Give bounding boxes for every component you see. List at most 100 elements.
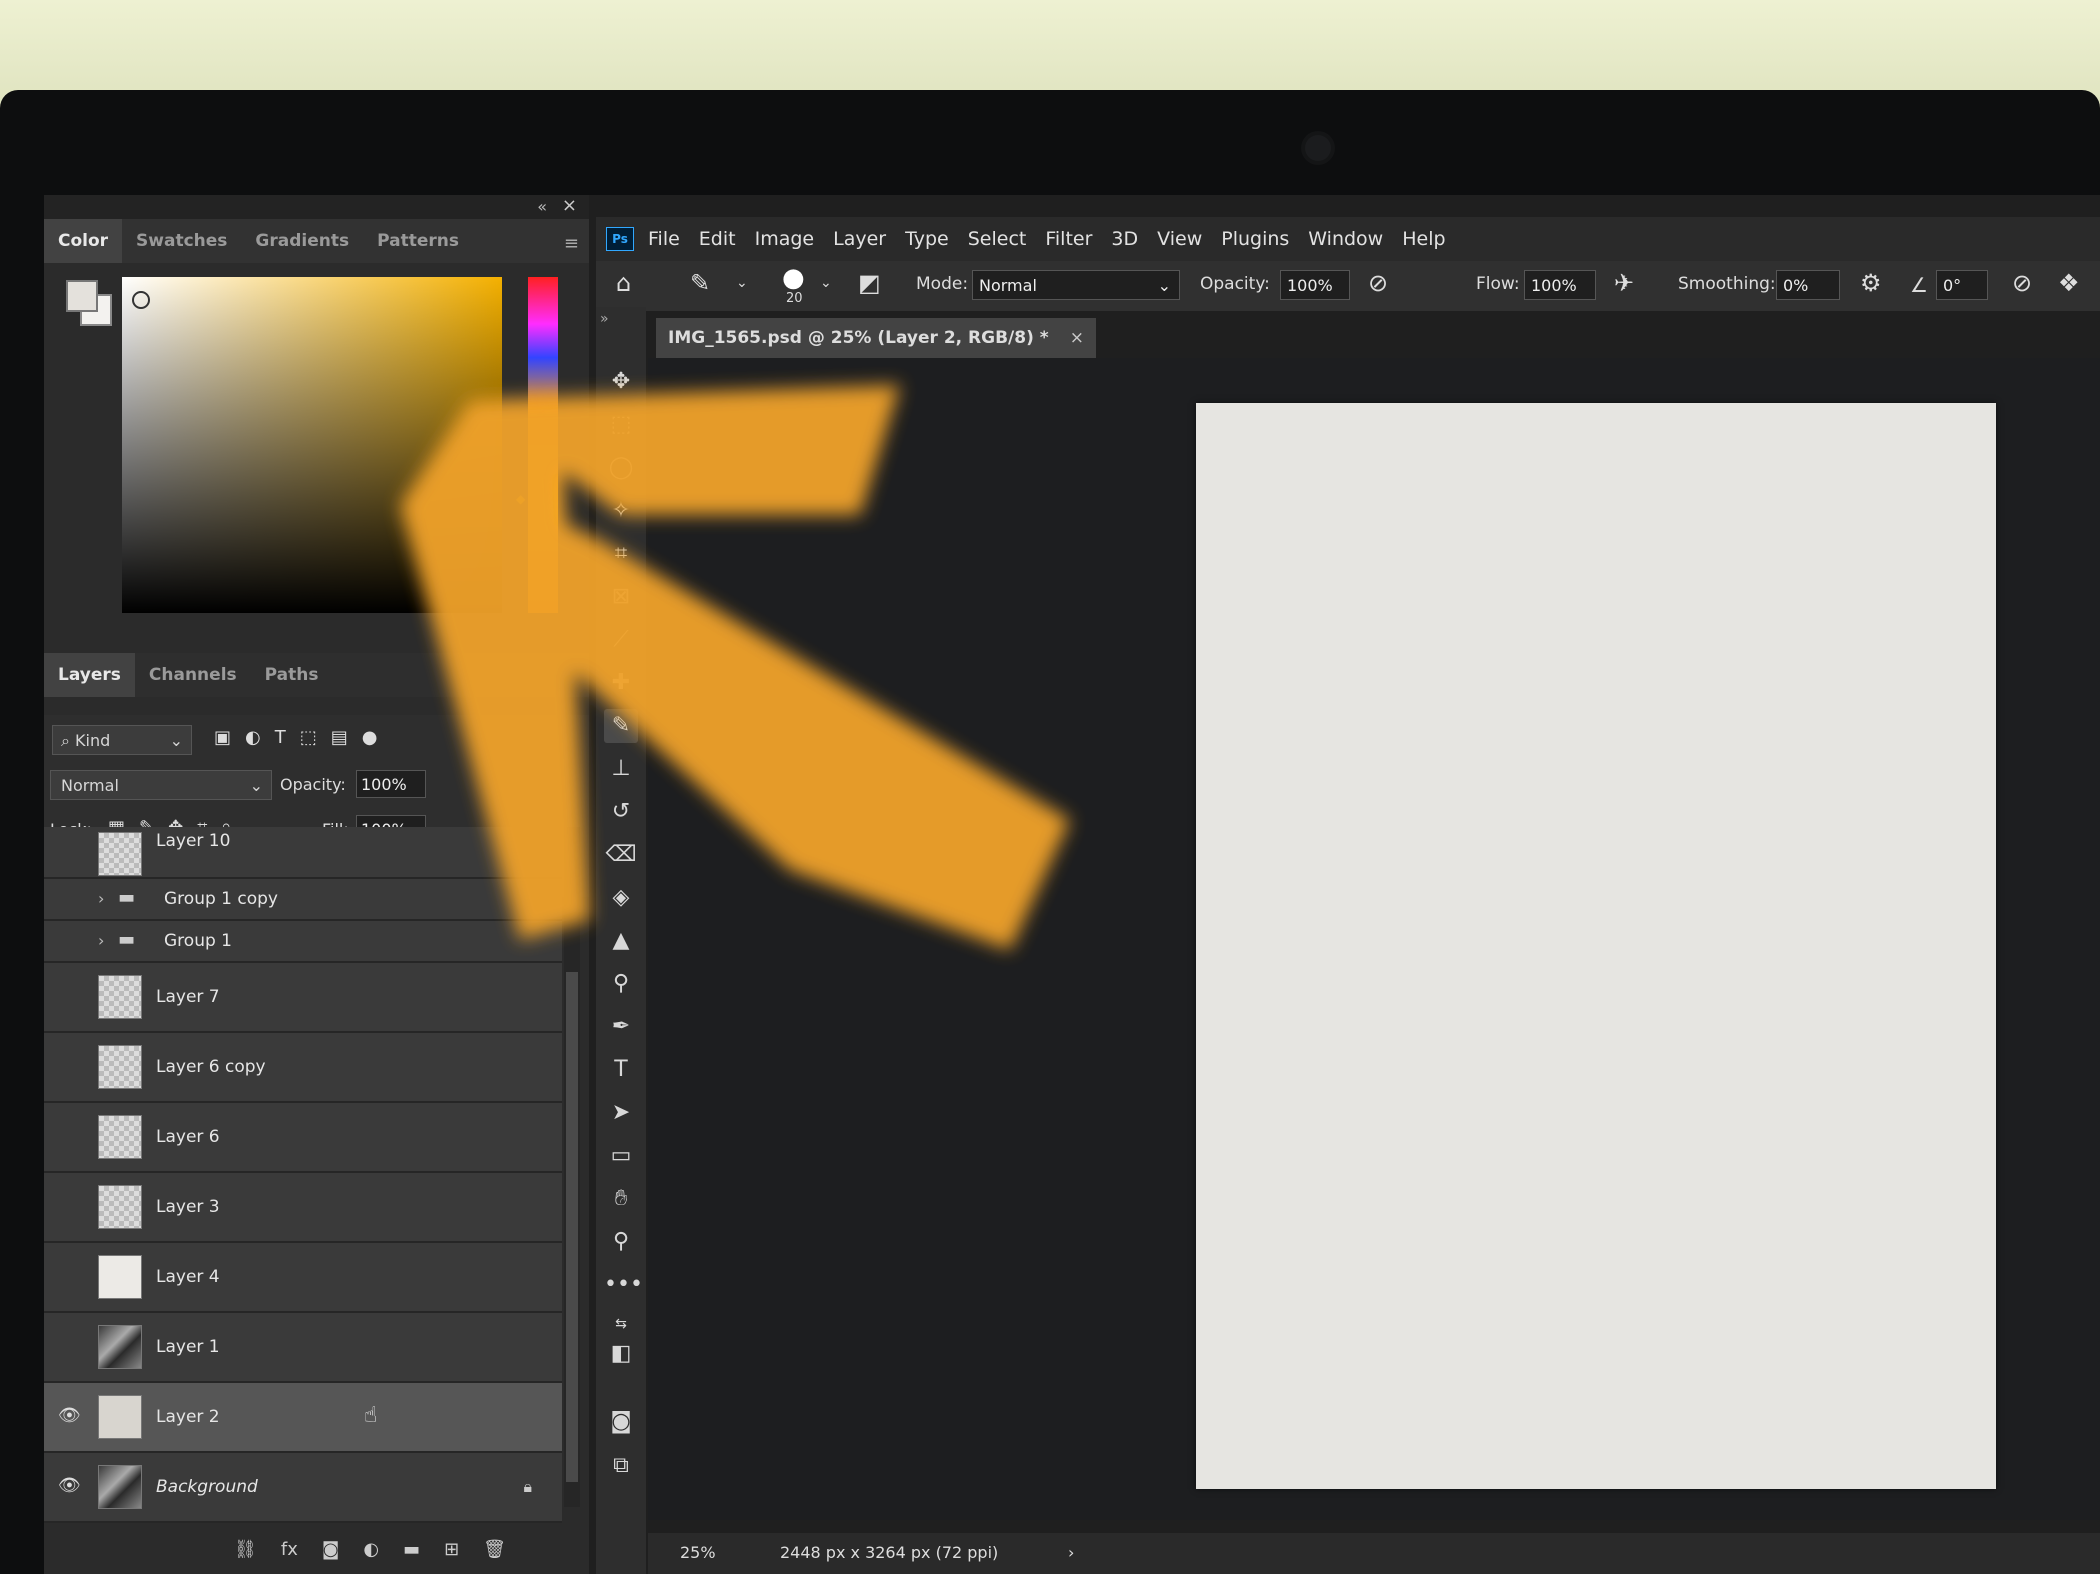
filter-toggle-icon[interactable]: ●: [362, 727, 378, 748]
foreground-color-swatch[interactable]: [66, 280, 98, 312]
pressure-opacity-icon[interactable]: ⊘: [1368, 269, 1388, 297]
mode-select[interactable]: Normal ⌄: [972, 270, 1180, 300]
paint-bucket-tool-icon[interactable]: ◈: [604, 881, 638, 915]
menu-plugins[interactable]: Plugins: [1221, 228, 1289, 250]
tab-layers[interactable]: Layers: [44, 653, 135, 697]
layers-scrollbar[interactable]: [564, 827, 580, 1507]
filter-kind-select[interactable]: ⌕ Kind ⌄: [52, 725, 192, 755]
zoom-level[interactable]: 25%: [680, 1543, 716, 1562]
close-panels-icon[interactable]: ×: [562, 195, 577, 216]
angle-input[interactable]: 0°: [1936, 270, 1988, 300]
brush-preset-icon[interactable]: ✎: [690, 269, 710, 297]
group-row[interactable]: › ▬ Group 1 copy: [44, 879, 562, 921]
blur-tool-icon[interactable]: ▲: [604, 924, 638, 958]
screen-mode-icon[interactable]: ⧉: [604, 1449, 638, 1483]
chevron-down-icon[interactable]: ⌄: [736, 275, 748, 291]
move-tool-icon[interactable]: ✥: [604, 365, 638, 399]
menu-file[interactable]: File: [648, 228, 680, 250]
rectangle-tool-icon[interactable]: ▭: [604, 1139, 638, 1173]
type-filter-icon[interactable]: T: [275, 727, 286, 748]
tab-patterns[interactable]: Patterns: [363, 231, 473, 263]
crop-tool-icon[interactable]: ⌗: [604, 537, 638, 571]
menu-select[interactable]: Select: [968, 228, 1027, 250]
scrollbar-thumb[interactable]: [566, 972, 578, 1482]
tab-swatches[interactable]: Swatches: [122, 231, 241, 263]
magic-wand-tool-icon[interactable]: ✧: [604, 494, 638, 528]
color-swatches-icon[interactable]: ◧: [604, 1337, 638, 1371]
brush-settings-icon[interactable]: ◩: [858, 269, 881, 297]
adjustment-filter-icon[interactable]: ◐: [245, 727, 261, 748]
layer-blend-mode-select[interactable]: Normal ⌄: [50, 770, 272, 800]
opacity-input[interactable]: 100%: [1280, 270, 1350, 300]
airbrush-icon[interactable]: ✈︎: [1614, 269, 1634, 297]
swap-colors-icon[interactable]: ⇆: [604, 1307, 638, 1341]
menu-window[interactable]: Window: [1308, 228, 1383, 250]
group-row[interactable]: › ▬ Group 1: [44, 921, 562, 963]
stamp-tool-icon[interactable]: ⊥: [604, 752, 638, 786]
pen-tool-icon[interactable]: ✒︎: [604, 1010, 638, 1044]
trash-icon[interactable]: 🗑︎: [483, 1539, 506, 1560]
layer-row[interactable]: Layer 6 copy: [44, 1033, 562, 1103]
tab-channels[interactable]: Channels: [135, 665, 251, 697]
eraser-tool-icon[interactable]: ⌫: [604, 838, 638, 872]
smart-object-filter-icon[interactable]: ▤: [331, 727, 348, 748]
fx-icon[interactable]: fx: [281, 1539, 298, 1560]
smoothing-input[interactable]: 0%: [1776, 270, 1840, 300]
eye-icon[interactable]: 👁︎: [58, 1405, 81, 1426]
hue-slider[interactable]: [528, 277, 558, 613]
lock-icon[interactable]: 🔒︎: [523, 1477, 532, 1497]
menu-3d[interactable]: 3D: [1111, 228, 1138, 250]
layer-row-selected[interactable]: 👁︎ Layer 2 ☝︎: [44, 1383, 562, 1453]
layer-row[interactable]: Layer 1: [44, 1313, 562, 1383]
flow-input[interactable]: 100%: [1524, 270, 1596, 300]
tab-paths[interactable]: Paths: [251, 665, 333, 697]
frame-tool-icon[interactable]: ⊠: [604, 580, 638, 614]
panel-menu-icon[interactable]: ≡: [564, 233, 579, 254]
gear-icon[interactable]: ⚙︎: [1860, 269, 1882, 297]
pressure-size-icon[interactable]: ⊘: [2012, 269, 2032, 297]
adjustment-layer-icon[interactable]: ◐: [363, 1539, 379, 1560]
color-picker-field[interactable]: [122, 277, 502, 613]
chevron-right-icon[interactable]: ›: [98, 889, 104, 908]
menu-layer[interactable]: Layer: [833, 228, 886, 250]
chevron-right-icon[interactable]: ›: [98, 931, 104, 950]
home-icon[interactable]: ⌂: [616, 269, 631, 297]
menu-help[interactable]: Help: [1402, 228, 1445, 250]
symmetry-icon[interactable]: ❖: [2058, 269, 2080, 297]
history-brush-tool-icon[interactable]: ↺: [604, 795, 638, 829]
path-selection-tool-icon[interactable]: ➤: [604, 1096, 638, 1130]
tab-gradients[interactable]: Gradients: [241, 231, 363, 263]
hue-slider-marker-icon[interactable]: ◆: [516, 492, 525, 506]
quick-mask-icon[interactable]: ◙: [604, 1405, 638, 1439]
expand-toolbar-icon[interactable]: »: [600, 311, 609, 327]
menu-filter[interactable]: Filter: [1045, 228, 1092, 250]
menu-type[interactable]: Type: [905, 228, 949, 250]
layer-row-background[interactable]: 👁︎ Background 🔒︎: [44, 1453, 562, 1523]
dodge-tool-icon[interactable]: ⚲: [604, 967, 638, 1001]
chevron-right-icon[interactable]: ›: [1068, 1543, 1074, 1562]
document-canvas[interactable]: [1196, 403, 1996, 1489]
more-tools-icon[interactable]: •••: [604, 1268, 643, 1302]
document-tab[interactable]: IMG_1565.psd @ 25% (Layer 2, RGB/8) * ×: [656, 318, 1096, 358]
pixel-filter-icon[interactable]: ▣: [214, 727, 231, 748]
link-layers-icon[interactable]: ⛓︎: [234, 1539, 257, 1560]
eyedropper-tool-icon[interactable]: ⟋: [604, 623, 638, 657]
menu-view[interactable]: View: [1157, 228, 1202, 250]
collapse-panels-icon[interactable]: «: [537, 197, 547, 216]
tab-color[interactable]: Color: [44, 219, 123, 263]
add-mask-icon[interactable]: ◙: [322, 1539, 339, 1560]
brush-tool-icon[interactable]: ✎: [604, 709, 638, 743]
healing-brush-tool-icon[interactable]: ✚: [604, 666, 638, 700]
layer-opacity-input[interactable]: 100%: [356, 770, 426, 798]
layer-row[interactable]: Layer 6: [44, 1103, 562, 1173]
layer-row[interactable]: Layer 4: [44, 1243, 562, 1313]
zoom-tool-icon[interactable]: ⚲: [604, 1225, 638, 1259]
layer-row[interactable]: Layer 10: [44, 827, 562, 879]
brush-tip-icon[interactable]: ●: [782, 263, 805, 293]
new-group-icon[interactable]: ▬: [403, 1539, 420, 1560]
chevron-down-icon[interactable]: ⌄: [820, 275, 832, 291]
type-tool-icon[interactable]: T: [604, 1053, 638, 1087]
new-layer-icon[interactable]: ⊞: [444, 1539, 459, 1560]
close-icon[interactable]: ×: [1070, 318, 1084, 358]
marquee-tool-icon[interactable]: ⬚: [604, 408, 638, 442]
